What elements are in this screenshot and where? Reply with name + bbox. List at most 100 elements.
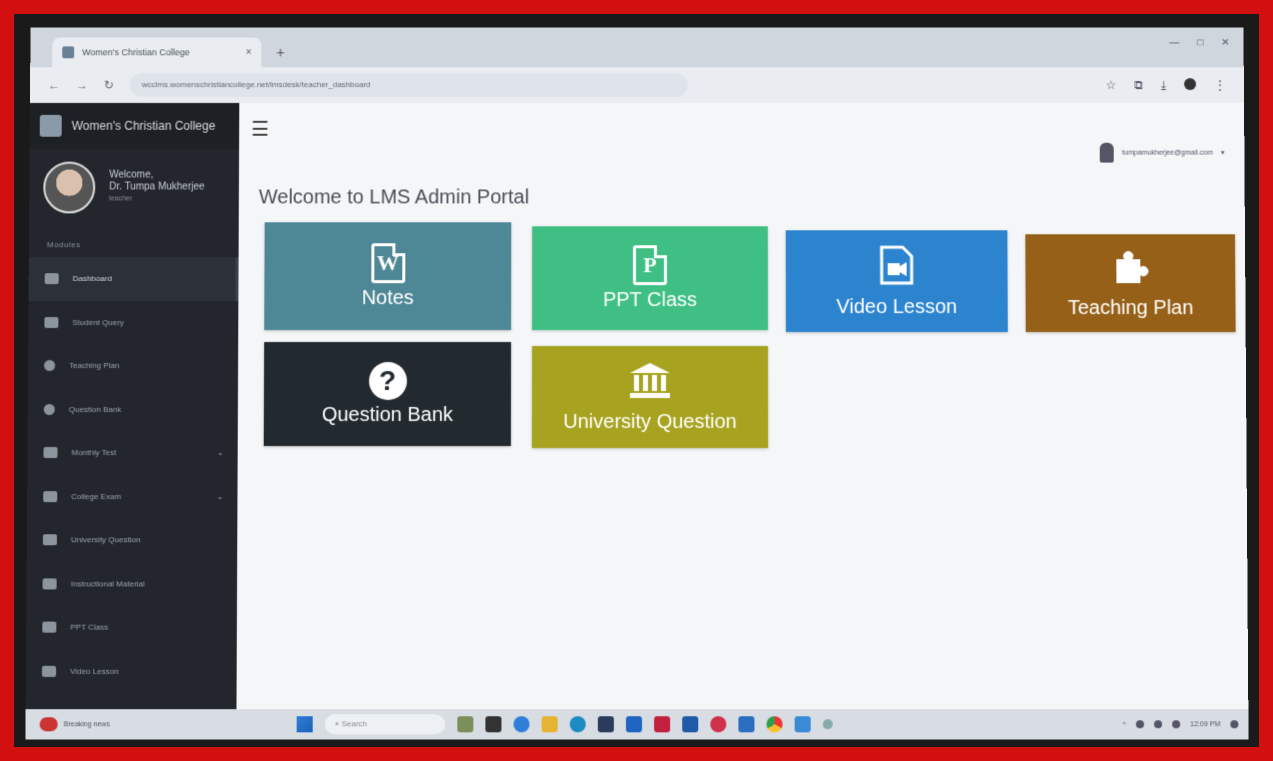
ppt-icon bbox=[42, 621, 57, 633]
photo-frame: Women's Christian College × + — □ ✕ ← → … bbox=[14, 14, 1259, 747]
tile-ppt-class[interactable]: P PPT Class bbox=[532, 226, 768, 331]
user-role: teacher bbox=[109, 195, 133, 203]
favicon-icon bbox=[62, 46, 75, 59]
photos-icon[interactable] bbox=[794, 716, 811, 733]
sidebar-item-video-lesson[interactable]: Video Lesson bbox=[26, 649, 237, 693]
hamburger-menu-icon[interactable]: ☰ bbox=[251, 117, 269, 142]
tile-video-lesson[interactable]: Video Lesson bbox=[785, 230, 1008, 333]
video-file-icon bbox=[879, 244, 915, 286]
sidebar-item-teaching-plan[interactable]: Teaching Plan bbox=[28, 344, 238, 387]
forward-icon[interactable]: → bbox=[76, 78, 88, 92]
news-label: Breaking news bbox=[63, 720, 110, 728]
news-icon bbox=[39, 717, 58, 732]
network-icon[interactable] bbox=[1154, 720, 1163, 729]
minimize-icon[interactable]: — bbox=[1169, 37, 1179, 48]
copilot-icon[interactable] bbox=[513, 716, 530, 733]
system-tray: ^ 12:09 PM bbox=[1123, 720, 1239, 729]
extensions-icon[interactable]: ⧉ bbox=[1134, 78, 1143, 93]
tile-label: University Question bbox=[563, 410, 737, 433]
clock[interactable]: 12:09 PM bbox=[1190, 721, 1220, 728]
browser-actions: ☆ ⧉ ⤓ ⋮ bbox=[1106, 77, 1226, 93]
puzzle-piece-icon bbox=[1116, 250, 1149, 283]
outlook-icon[interactable] bbox=[625, 716, 643, 733]
browser-tab[interactable]: Women's Christian College × bbox=[52, 37, 262, 68]
dropbox-icon[interactable] bbox=[682, 716, 699, 733]
tile-notes[interactable]: W Notes bbox=[264, 222, 512, 331]
volume-icon[interactable] bbox=[1172, 720, 1181, 729]
sidebar-item-label: University Question bbox=[70, 535, 141, 545]
sidebar-item-monthly-test[interactable]: Monthly Test ⌄ bbox=[27, 431, 237, 475]
download-icon[interactable]: ⤓ bbox=[1161, 78, 1166, 93]
tab-close-icon[interactable]: × bbox=[246, 47, 252, 58]
onenote-icon[interactable] bbox=[738, 716, 755, 733]
sidebar-item-question-bank[interactable]: Question Bank bbox=[28, 387, 238, 431]
material-icon bbox=[42, 578, 57, 590]
file-explorer-icon[interactable] bbox=[541, 716, 558, 733]
window-controls: — □ ✕ bbox=[1169, 37, 1229, 48]
sidebar-item-ppt-class[interactable]: PPT Class bbox=[26, 606, 237, 650]
monitor-icon bbox=[43, 490, 58, 502]
university-building-icon bbox=[629, 362, 671, 398]
sidebar-item-college-exam[interactable]: College Exam ⌄ bbox=[27, 475, 238, 519]
chevron-down-icon: ⌄ bbox=[216, 491, 224, 501]
url-field[interactable]: wcclms.womenschristiancollege.net/lmsdes… bbox=[129, 73, 688, 98]
screen: Women's Christian College × + — □ ✕ ← → … bbox=[25, 27, 1249, 740]
chrome-icon[interactable] bbox=[766, 716, 783, 733]
sidebar-item-label: Video Lesson bbox=[70, 666, 119, 676]
brand[interactable]: Women's Christian College bbox=[29, 102, 240, 149]
browser-tabbar: Women's Christian College × + — □ ✕ bbox=[30, 27, 1244, 68]
tab-title: Women's Christian College bbox=[82, 47, 190, 58]
back-icon[interactable]: ← bbox=[48, 78, 60, 92]
question-circle-icon: ? bbox=[368, 361, 407, 400]
windows-start-icon[interactable] bbox=[296, 716, 313, 733]
tile-question-bank[interactable]: ? Question Bank bbox=[263, 342, 512, 447]
new-tab-button[interactable]: + bbox=[267, 39, 293, 65]
dashboard-icon bbox=[44, 273, 59, 285]
user-info: Welcome, Dr. Tumpa Mukherjee teacher bbox=[109, 170, 205, 206]
brand-name: Women's Christian College bbox=[71, 118, 216, 133]
edge-icon[interactable] bbox=[569, 716, 586, 733]
sidebar-item-university-question[interactable]: University Question bbox=[27, 518, 238, 562]
browser-menu-icon[interactable]: ⋮ bbox=[1214, 78, 1226, 93]
tile-label: Question Bank bbox=[321, 403, 454, 426]
tile-label: Video Lesson bbox=[836, 295, 958, 318]
notification-icon[interactable] bbox=[1230, 720, 1239, 729]
university-icon bbox=[42, 534, 57, 546]
task-view-icon[interactable] bbox=[485, 716, 502, 733]
widgets-icon[interactable] bbox=[457, 716, 474, 733]
tile-teaching-plan[interactable]: Teaching Plan bbox=[1025, 234, 1236, 333]
mcafee-icon[interactable] bbox=[654, 716, 671, 733]
sidebar-item-dashboard[interactable]: Dashboard bbox=[28, 257, 239, 301]
tile-university-question[interactable]: University Question bbox=[531, 346, 769, 449]
tile-label: Teaching Plan bbox=[1067, 296, 1194, 319]
maximize-icon[interactable]: □ bbox=[1197, 37, 1203, 48]
profile-icon[interactable] bbox=[1184, 77, 1197, 90]
chevron-up-icon[interactable]: ^ bbox=[1123, 721, 1126, 728]
sidebar-item-student-query[interactable]: Student Query bbox=[28, 301, 238, 344]
taskbar-search[interactable]: ⌕ Search bbox=[324, 714, 446, 735]
sidebar-item-label: Instructional Material bbox=[70, 579, 145, 589]
app-icon[interactable] bbox=[710, 716, 727, 733]
chevron-down-icon: ⌄ bbox=[216, 448, 224, 458]
user-icon bbox=[1100, 142, 1115, 163]
chevron-down-icon: ▾ bbox=[1220, 149, 1225, 157]
user-panel: Welcome, Dr. Tumpa Mukherjee teacher bbox=[29, 149, 239, 227]
sidebar-item-label: PPT Class bbox=[70, 622, 109, 632]
tile-label: PPT Class bbox=[602, 288, 697, 311]
onedrive-icon[interactable] bbox=[1135, 720, 1145, 729]
user-dropdown[interactable]: tumpamukherjee@gmail.com ▾ bbox=[1100, 142, 1225, 163]
plan-icon bbox=[44, 360, 56, 372]
sidebar-item-label: Student Query bbox=[72, 317, 124, 327]
bookmark-star-icon[interactable]: ☆ bbox=[1106, 78, 1117, 93]
reload-icon[interactable]: ↻ bbox=[104, 78, 114, 92]
pin-icon[interactable] bbox=[822, 719, 833, 730]
store-icon[interactable] bbox=[597, 716, 614, 733]
tile-label: Notes bbox=[361, 286, 414, 309]
news-widget[interactable]: Breaking news bbox=[26, 717, 227, 732]
sidebar-item-label: Question Bank bbox=[68, 404, 122, 414]
sidebar-item-instructional-material[interactable]: Instructional Material bbox=[26, 562, 237, 606]
college-logo-icon bbox=[39, 114, 62, 137]
main-content: ☰ tumpamukherjee@gmail.com ▾ Welcome to … bbox=[236, 102, 1249, 740]
welcome-text: Welcome, bbox=[109, 169, 154, 181]
close-window-icon[interactable]: ✕ bbox=[1221, 37, 1229, 48]
